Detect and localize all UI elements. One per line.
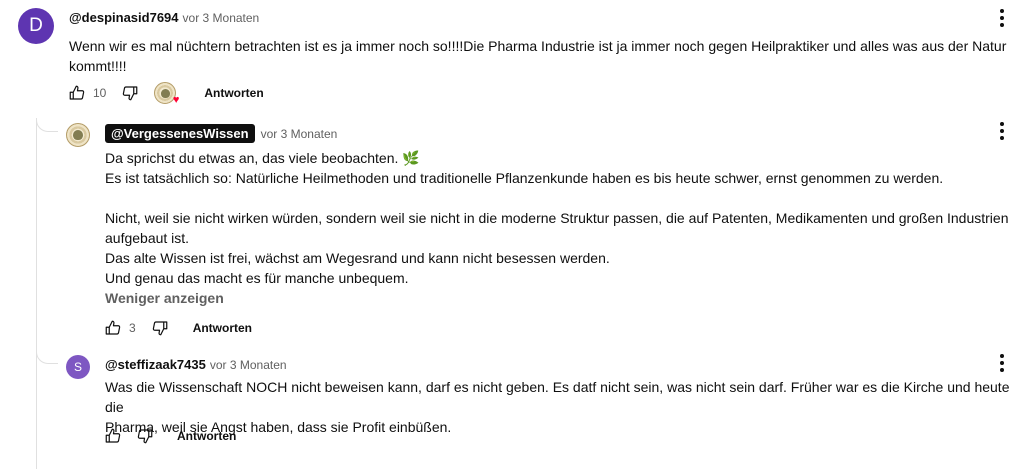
comment-author[interactable]: @steffizaak7435 xyxy=(105,357,206,372)
reply-button[interactable]: Antworten xyxy=(177,429,236,443)
comment-header: @steffizaak7435 vor 3 Monaten xyxy=(105,357,287,372)
comment-text: Da sprichst du etwas an, das viele beoba… xyxy=(105,150,1009,286)
comment-menu-button[interactable] xyxy=(992,8,1012,28)
comment-time[interactable]: vor 3 Monaten xyxy=(261,127,338,141)
reply-button[interactable]: Antworten xyxy=(204,86,263,100)
avatar[interactable]: S xyxy=(66,355,90,379)
channel-owner-badge[interactable]: @VergessenesWissen xyxy=(105,124,255,143)
thumb-down-icon xyxy=(123,86,138,101)
comment-actions: 10 ♥ Antworten xyxy=(67,81,264,106)
avatar[interactable]: D xyxy=(18,8,54,44)
comment-header: @despinasid7694 vor 3 Monaten xyxy=(69,10,259,25)
thread-line xyxy=(36,118,37,469)
thumb-down-icon xyxy=(137,429,153,444)
like-button[interactable] xyxy=(103,318,123,338)
dislike-button[interactable] xyxy=(120,83,140,103)
comment-time[interactable]: vor 3 Monaten xyxy=(183,11,260,25)
like-count: 3 xyxy=(129,321,136,335)
thumb-up-icon xyxy=(105,320,121,335)
creator-heart-avatar[interactable]: ♥ xyxy=(154,82,179,106)
thumb-up-icon xyxy=(69,85,85,100)
more-vertical-icon xyxy=(1000,122,1004,126)
comment-actions: Antworten xyxy=(103,424,236,448)
comment-header: @VergessenesWissen vor 3 Monaten xyxy=(105,124,337,143)
thread-connector xyxy=(36,118,58,132)
dislike-button[interactable] xyxy=(150,318,170,338)
thumb-up-icon xyxy=(105,428,121,443)
comment-author[interactable]: @despinasid7694 xyxy=(69,10,179,25)
comment-time[interactable]: vor 3 Monaten xyxy=(210,358,287,372)
comment-menu-button[interactable] xyxy=(992,121,1012,141)
thumb-down-icon xyxy=(152,321,168,336)
like-count: 10 xyxy=(93,86,107,100)
show-less-button[interactable]: Weniger anzeigen xyxy=(105,290,224,306)
thread-connector xyxy=(36,350,58,364)
heart-icon: ♥ xyxy=(172,94,180,106)
comment-text: Wenn wir es mal nüchtern betrachten ist … xyxy=(69,38,1007,74)
like-button[interactable] xyxy=(103,426,123,446)
like-button[interactable] xyxy=(67,83,87,103)
reply-button[interactable]: Antworten xyxy=(193,321,252,335)
more-vertical-icon xyxy=(1000,354,1004,358)
comment-actions: 3 Antworten xyxy=(103,316,252,340)
comment-menu-button[interactable] xyxy=(992,353,1012,373)
avatar[interactable] xyxy=(66,123,90,147)
comment-text: Was die Wissenschaft NOCH nicht beweisen… xyxy=(105,379,1010,435)
dislike-button[interactable] xyxy=(135,426,155,446)
more-vertical-icon xyxy=(1000,9,1004,13)
